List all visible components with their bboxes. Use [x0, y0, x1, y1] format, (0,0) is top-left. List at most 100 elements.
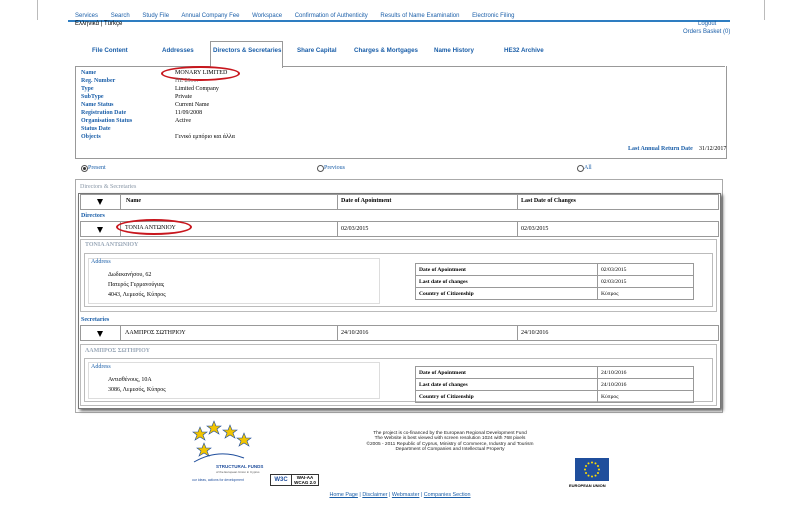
- menu-confirmation[interactable]: Confirmation of Authenticity: [295, 13, 368, 19]
- divider: [517, 325, 518, 341]
- tab-charges-mortgages[interactable]: Charges & Mortgages: [354, 47, 418, 54]
- radio-present[interactable]: [81, 165, 88, 172]
- menu-electronic-filing[interactable]: Electronic Filing: [472, 13, 514, 19]
- secretary-appointment-date: 24/10/2016: [341, 330, 369, 336]
- tab-directors-secretaries[interactable]: Directors & Secretaries: [213, 47, 281, 54]
- tab-he32-archive[interactable]: HE32 Archive: [504, 47, 544, 54]
- director-address-line-2: Πατερός Γερμανούγιας: [108, 282, 165, 288]
- detail-label-citizenship: Country of Citizenship: [415, 287, 598, 300]
- secretary-last-changes: 24/10/2016: [521, 330, 549, 336]
- expand-secretary-icon[interactable]: [97, 331, 103, 337]
- detail-label-appointment: Date of Apointment: [415, 366, 598, 379]
- radio-all[interactable]: [577, 165, 584, 172]
- radio-previous[interactable]: [317, 165, 324, 172]
- sf-logo-title: STRUCTURAL FUNDS: [216, 464, 264, 469]
- footer-link-disclaimer[interactable]: Disclaimer: [362, 492, 387, 498]
- menu-workspace[interactable]: Workspace: [252, 13, 282, 19]
- detail-label-last-changes: Last date of changes: [415, 275, 598, 288]
- secretaries-label: Secretaries: [81, 317, 110, 323]
- secretary-address-line-2: 3086, Λεμεσός, Κύπρος: [108, 387, 166, 393]
- col-header-appointment: Date of Apointment: [341, 198, 392, 204]
- detail-label-citizenship: Country of Citizenship: [415, 390, 598, 403]
- footer-link-companies[interactable]: Companies Section: [424, 492, 471, 498]
- tab-share-capital[interactable]: Share Capital: [297, 47, 337, 54]
- sf-logo-slogan: our ideas, actions for development: [192, 478, 244, 482]
- menu-services[interactable]: Services: [75, 13, 98, 19]
- director-appointment-date: 02/03/2015: [341, 226, 369, 232]
- organisation-status-value: Active: [175, 118, 191, 124]
- label-subtype: SubType: [81, 94, 104, 100]
- footer-line-4: Department of Companies and Intellectual…: [395, 447, 505, 453]
- director-last-changes: 02/03/2015: [521, 226, 549, 232]
- director-address-line-3: 4043, Λεμεσός, Κύπρος: [108, 292, 166, 298]
- menu-search[interactable]: Search: [111, 13, 130, 19]
- radio-all-label[interactable]: All: [584, 165, 592, 171]
- menu-annual-company-fee[interactable]: Annual Company Fee: [181, 13, 239, 19]
- highlight-oval: [116, 219, 192, 235]
- last-return-label: Last Annual Return Date: [628, 146, 693, 152]
- menu-name-examination[interactable]: Results of Name Examination: [380, 13, 459, 19]
- divider: [120, 194, 121, 210]
- expand-director-icon[interactable]: [97, 227, 103, 233]
- menu-study-file[interactable]: Study File: [142, 13, 169, 19]
- lang-greek[interactable]: Ελληνικά: [75, 21, 99, 27]
- highlight-oval: [161, 66, 240, 81]
- tab-name-history[interactable]: Name History: [434, 47, 474, 54]
- detail-label-appointment: Date of Apointment: [415, 263, 598, 276]
- director-detail-appointment: 02/03/2015: [597, 263, 694, 276]
- top-navigation: Services Search Study File Annual Compan…: [37, 0, 765, 20]
- secretary-details-table: Date of Apointment 24/10/2016 Last date o…: [415, 366, 694, 403]
- detail-label-last-changes: Last date of changes: [415, 378, 598, 391]
- tab-addresses[interactable]: Addresses: [162, 47, 194, 54]
- eu-flag-logo: [575, 458, 609, 481]
- director-detail-citizenship: Κύπρος: [597, 287, 694, 300]
- wcag-badge-bottom: WCAG 2.0: [294, 480, 316, 485]
- col-header-last-changes: Last Date of Changes: [521, 198, 576, 204]
- secretary-address-line-1: Αντισθένους, 10Α: [108, 377, 152, 383]
- dir-section-title: Directors & Secretaries: [80, 184, 137, 190]
- eu-label: EUROPEAN UNION: [569, 483, 606, 488]
- objects-value: Γενικό εμπόριο και άλλα: [175, 134, 235, 140]
- director-detail-header: ΤΟΝΙΑ ΑΝΤΩΝΙΟΥ: [85, 242, 139, 248]
- lang-turkish[interactable]: Türkçe: [104, 21, 122, 27]
- reg-number-value: HE 23.....: [175, 78, 198, 84]
- footer-link-webmaster[interactable]: Webmaster: [392, 492, 419, 498]
- logout-link[interactable]: Logout: [698, 21, 716, 27]
- footer-links: Home Page | Disclaimer | Webmaster | Com…: [329, 492, 471, 498]
- label-type: Type: [81, 86, 94, 92]
- directors-label: Directors: [81, 213, 105, 219]
- collapse-all-icon[interactable]: [97, 199, 103, 205]
- label-objects: Objects: [81, 134, 101, 140]
- col-header-name: Name: [126, 198, 141, 204]
- divider: [517, 221, 518, 237]
- label-reg-number: Reg. Number: [81, 78, 116, 84]
- divider: [337, 194, 338, 210]
- director-address-label: Address: [91, 259, 111, 265]
- director-details-table: Date of Apointment 02/03/2015 Last date o…: [415, 263, 694, 300]
- label-name: Name: [81, 70, 96, 76]
- label-name-status: Name Status: [81, 102, 114, 108]
- divider: [337, 325, 338, 341]
- secretary-name: ΛΑΜΠΡΟΣ ΣΩΤΗΡΙΟΥ: [125, 330, 186, 336]
- director-detail-last-changes: 02/03/2015: [597, 275, 694, 288]
- top-divider: [68, 20, 730, 22]
- orders-basket-link[interactable]: Orders Basket (0): [683, 29, 730, 35]
- structural-funds-logo: STRUCTURAL FUNDS of the European Union i…: [188, 418, 266, 486]
- language-switch: Ελληνικά | Türkçe: [75, 21, 122, 27]
- label-status-date: Status Date: [81, 126, 111, 132]
- secretary-detail-citizenship: Κύπρος: [597, 390, 694, 403]
- dir-header-row: [80, 194, 719, 210]
- wcag-badge[interactable]: WAI-AA WCAG 2.0: [291, 474, 319, 486]
- last-return-value: 31/12/2017: [699, 146, 727, 152]
- radio-present-label[interactable]: Present: [88, 165, 106, 171]
- w3c-badge[interactable]: W3C: [270, 474, 292, 486]
- radio-previous-label[interactable]: Previous: [324, 165, 345, 171]
- tab-file-content[interactable]: File Content: [92, 47, 128, 54]
- secretary-detail-last-changes: 24/10/2016: [597, 378, 694, 391]
- footer-link-home[interactable]: Home Page: [329, 492, 357, 498]
- secretary-address-label: Address: [91, 364, 111, 370]
- subtype-value: Private: [175, 94, 192, 100]
- footer-text: The project is co-financed by the Europe…: [300, 431, 600, 453]
- divider: [120, 325, 121, 341]
- secretary-detail-appointment: 24/10/2016: [597, 366, 694, 379]
